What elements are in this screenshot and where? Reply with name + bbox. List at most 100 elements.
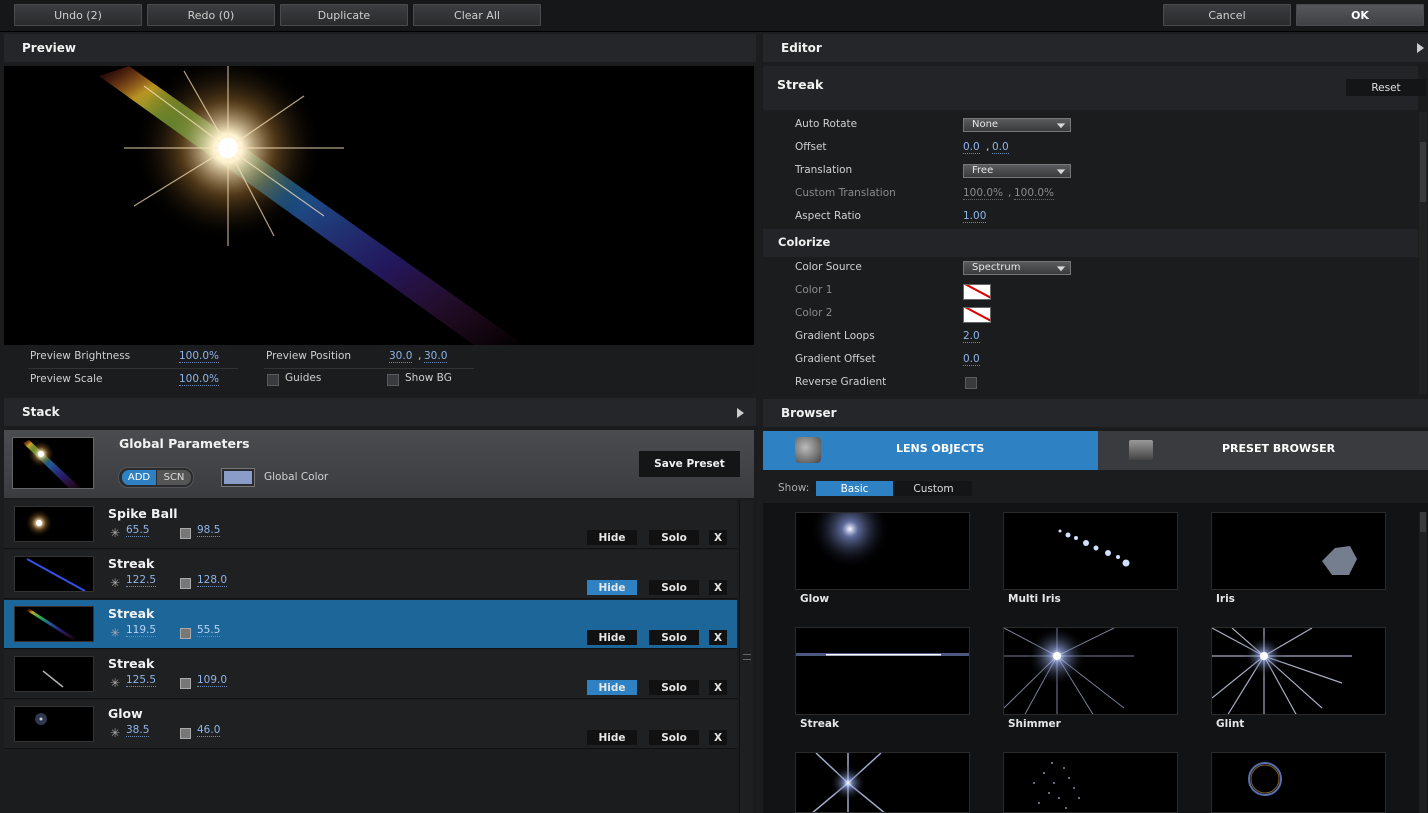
scale-icon [180, 678, 191, 689]
scn-button[interactable]: SCN [157, 470, 191, 485]
scale-value[interactable]: 98.5 [197, 524, 221, 537]
delete-button[interactable]: X [709, 580, 727, 595]
iris-thumbnail [1211, 512, 1386, 590]
chevron-down-icon [1056, 123, 1066, 129]
card-label: Glow [800, 593, 830, 605]
offset-x[interactable]: 0.0 [963, 141, 980, 154]
brightness-value[interactable]: 65.5 [126, 524, 150, 537]
color2-swatch[interactable] [963, 307, 991, 323]
undo-button[interactable]: Undo (2) [14, 4, 142, 26]
solo-button[interactable]: Solo [649, 730, 699, 745]
comma: , [418, 350, 422, 362]
stack-row[interactable]: Streak ✳ 125.5 109.0 Hide Solo X [4, 650, 737, 699]
reset-button[interactable]: Reset [1346, 79, 1426, 96]
save-preset-button[interactable]: Save Preset [639, 451, 740, 477]
custom-translation-y: 100.0% [1014, 187, 1055, 200]
lens-flare-image [99, 66, 524, 345]
hide-button[interactable]: Hide [587, 630, 637, 645]
glow-thumbnail [795, 512, 970, 590]
cancel-button[interactable]: Cancel [1163, 4, 1291, 26]
scale-value[interactable]: 55.5 [197, 624, 221, 637]
hide-button[interactable]: Hide [587, 730, 637, 745]
reverse-gradient-label: Reverse Gradient [795, 376, 887, 388]
offset-y[interactable]: 0.0 [992, 141, 1009, 154]
preset-browser-label: PRESET BROWSER [1222, 442, 1336, 455]
chevron-down-icon [1056, 266, 1066, 272]
hide-button[interactable]: Hide [587, 530, 637, 545]
preset-browser-icon [1129, 440, 1153, 460]
aspect-ratio-value[interactable]: 1.00 [963, 210, 987, 223]
custom-filter-button[interactable]: Custom [895, 481, 972, 496]
streak-thumbnail [795, 627, 970, 715]
solo-button[interactable]: Solo [649, 630, 699, 645]
stack-row[interactable]: Spike Ball ✳ 65.5 98.5 Hide Solo X [4, 500, 737, 549]
redo-button[interactable]: Redo (0) [147, 4, 275, 26]
stack-title: Stack [4, 398, 756, 426]
custom-translation-x: 100.0% [963, 187, 1004, 200]
colorize-title: Colorize [778, 235, 831, 249]
scale-value[interactable]: 109.0 [197, 674, 228, 687]
brightness-value[interactable]: 119.5 [126, 624, 157, 637]
solo-button[interactable]: Solo [649, 680, 699, 695]
scale-icon [180, 578, 191, 589]
element-name: Streak [108, 556, 155, 571]
color-source-dropdown[interactable]: Spectrum [963, 261, 1071, 275]
duplicate-button[interactable]: Duplicate [280, 4, 408, 26]
solo-button[interactable]: Solo [649, 580, 699, 595]
offset-label: Offset [795, 141, 827, 153]
show-bg-checkbox[interactable] [387, 374, 399, 386]
hide-button[interactable]: Hide [587, 580, 637, 595]
card-label: Streak [800, 718, 839, 730]
reverse-gradient-checkbox[interactable] [965, 377, 977, 389]
card-label: Iris [1216, 593, 1235, 605]
stack-row[interactable]: Glow ✳ 38.5 46.0 Hide Solo X [4, 700, 737, 749]
hide-button[interactable]: Hide [587, 680, 637, 695]
preview-canvas[interactable] [4, 66, 754, 345]
brightness-icon: ✳ [110, 676, 121, 690]
color1-swatch[interactable] [963, 284, 991, 300]
clear-all-button[interactable]: Clear All [413, 4, 541, 26]
add-button[interactable]: ADD [122, 470, 156, 485]
brightness-value[interactable]: 38.5 [126, 724, 150, 737]
card-label: Glint [1216, 718, 1245, 730]
gradient-loops-value[interactable]: 2.0 [963, 330, 980, 343]
scale-value[interactable]: 46.0 [197, 724, 221, 737]
scale-value[interactable]: 128.0 [197, 574, 228, 587]
scrollbar-thumb[interactable] [1420, 142, 1426, 202]
colorize-header [763, 229, 1418, 257]
brightness-value[interactable]: 125.5 [126, 674, 157, 687]
brightness-value[interactable]: 122.5 [126, 574, 157, 587]
ok-button[interactable]: OK [1296, 4, 1424, 26]
auto-rotate-dropdown[interactable]: None [963, 118, 1071, 132]
stack-scrollbar[interactable] [739, 500, 753, 813]
star-thumbnail [795, 752, 970, 813]
basic-filter-button[interactable]: Basic [816, 481, 893, 496]
scrollbar-thumb[interactable] [1420, 512, 1426, 532]
guides-checkbox[interactable] [267, 374, 279, 386]
guides-label: Guides [285, 372, 322, 384]
delete-button[interactable]: X [709, 630, 727, 645]
browser-scrollbar[interactable] [1419, 512, 1427, 813]
preview-scale-value[interactable]: 100.0% [179, 373, 220, 386]
gradient-offset-value[interactable]: 0.0 [963, 353, 980, 366]
stack-row-selected[interactable]: Streak ✳ 119.5 55.5 Hide Solo X [4, 600, 737, 649]
ring-thumbnail [1211, 752, 1386, 813]
glint-thumbnail [1211, 627, 1386, 715]
global-color-swatch[interactable] [221, 468, 255, 487]
card-label: Multi Iris [1008, 593, 1061, 605]
element-thumbnail [14, 506, 94, 542]
browser-title: Browser [763, 399, 1428, 427]
preview-position-x[interactable]: 30.0 [389, 350, 413, 363]
element-thumbnail [14, 656, 94, 692]
stack-row[interactable]: Streak ✳ 122.5 128.0 Hide Solo X [4, 550, 737, 599]
sparkles-thumbnail [1003, 752, 1178, 813]
delete-button[interactable]: X [709, 680, 727, 695]
element-name: Spike Ball [108, 506, 178, 521]
preview-brightness-value[interactable]: 100.0% [179, 350, 220, 363]
solo-button[interactable]: Solo [649, 530, 699, 545]
preview-position-y[interactable]: 30.0 [424, 350, 448, 363]
delete-button[interactable]: X [709, 530, 727, 545]
editor-scrollbar[interactable] [1419, 112, 1427, 394]
delete-button[interactable]: X [709, 730, 727, 745]
translation-dropdown[interactable]: Free [963, 164, 1071, 178]
